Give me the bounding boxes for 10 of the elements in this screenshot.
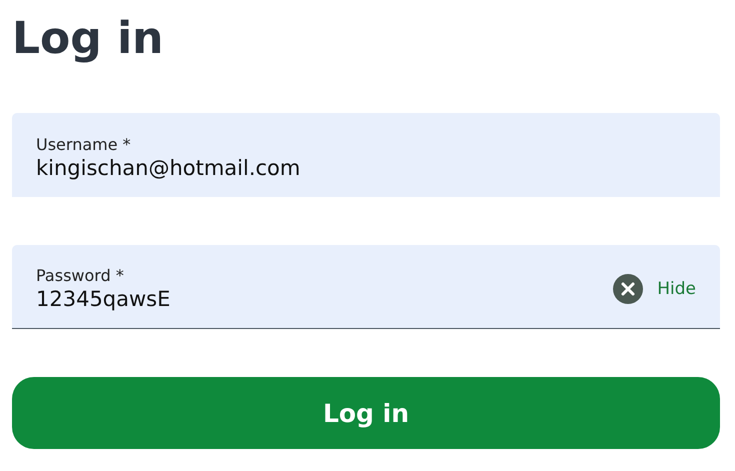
login-button[interactable]: Log in	[12, 377, 720, 449]
hide-password-link[interactable]: Hide	[657, 278, 696, 298]
field-label: Password *	[36, 266, 125, 285]
input-field[interactable]: Username * kingischan@hotmail.com	[12, 113, 720, 197]
input-field[interactable]: Password * 12345qawsE Hide	[12, 245, 720, 329]
field-value: 12345qawsE	[36, 287, 614, 311]
field-value: kingischan@hotmail.com	[36, 156, 696, 180]
page-title: Log in	[12, 12, 164, 66]
clear-icon[interactable]	[613, 274, 644, 304]
field-label: Username *	[36, 134, 132, 154]
